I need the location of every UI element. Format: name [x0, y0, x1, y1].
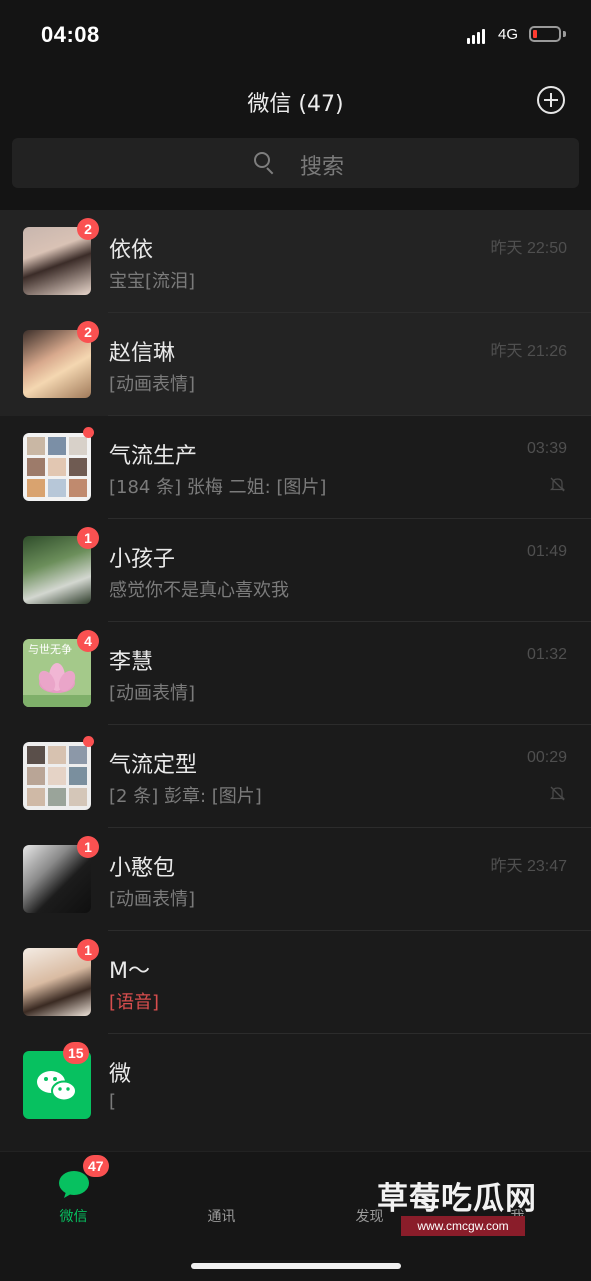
tab-chats[interactable]: 47 微信 [0, 1152, 147, 1232]
chat-row-lihui[interactable]: 与世无争 4 李慧 [动画表情] 01:32 [0, 622, 591, 725]
chat-preview: [动画表情] [109, 683, 196, 704]
group-avatar [23, 433, 91, 501]
tab-contacts[interactable]: 通讯 [148, 1152, 295, 1232]
tab-label: 微信 [59, 1209, 88, 1225]
chat-preview: [动画表情] [109, 889, 196, 910]
chat-preview: 宝宝[流泪] [109, 271, 196, 292]
page-title: 微信 (47) [247, 92, 344, 117]
chat-time: 01:32 [526, 646, 567, 663]
signal-icon [467, 28, 489, 44]
chat-row-m[interactable]: 1 M～ [语音] [0, 931, 591, 1034]
unread-badge: 4 [77, 630, 99, 652]
chat-name: 气流生产 [109, 444, 198, 469]
search-bar: 搜索 [0, 128, 591, 210]
chat-name: 气流定型 [109, 753, 198, 778]
chat-list: 2 依依 宝宝[流泪] 昨天 22:50 2 赵信琳 [动画表情] 昨天 21:… [0, 210, 591, 1151]
chat-name: 赵信琳 [109, 341, 176, 366]
tab-label: 通讯 [207, 1209, 236, 1225]
chat-time: 00:29 [526, 749, 567, 766]
unread-dot [83, 736, 94, 747]
status-time: 04:08 [41, 22, 100, 47]
chat-preview: [动画表情] [109, 374, 196, 395]
header: 微信 (47) [0, 72, 591, 128]
status-bar: 04:08 4G [0, 0, 591, 72]
unread-badge: 1 [77, 939, 99, 961]
chat-preview: [语音] [109, 992, 160, 1013]
search-icon [254, 152, 274, 175]
unread-badge: 2 [77, 321, 99, 343]
chat-row-hanbao[interactable]: 1 小憨包 [动画表情] 昨天 23:47 [0, 828, 591, 931]
tab-badge: 47 [83, 1155, 109, 1177]
chat-name: 依依 [109, 238, 154, 263]
unread-badge: 1 [77, 836, 99, 858]
search-input[interactable]: 搜索 [12, 138, 579, 188]
bell-muted-icon [549, 786, 566, 801]
battery-icon [529, 26, 561, 42]
chat-time: 昨天 22:50 [490, 240, 568, 257]
unread-dot [83, 427, 94, 438]
chat-time: 01:49 [526, 543, 567, 560]
chat-preview: [2 条] 彭章: [图片] [109, 786, 262, 807]
bell-muted-icon [549, 477, 566, 492]
unread-badge: 1 [77, 527, 99, 549]
chat-row-group-production[interactable]: 气流生产 [184 条] 张梅 二姐: [图片] 03:39 [0, 416, 591, 519]
battery-tip [563, 31, 566, 37]
chat-row-kid[interactable]: 1 小孩子 感觉你不是真心喜欢我 01:49 [0, 519, 591, 622]
watermark-text: 草莓吃瓜网 [377, 1181, 537, 1217]
chat-row-yiyi[interactable]: 2 依依 宝宝[流泪] 昨天 22:50 [0, 210, 591, 313]
chat-name: 李慧 [109, 650, 154, 675]
chat-row-zhao[interactable]: 2 赵信琳 [动画表情] 昨天 21:26 [0, 313, 591, 416]
chat-name: 小憨包 [109, 856, 176, 881]
plus-circle-icon[interactable] [537, 86, 565, 114]
chat-time: 昨天 21:26 [490, 343, 568, 360]
chat-time: 昨天 23:47 [490, 858, 568, 875]
chat-preview: [184 条] 张梅 二姐: [图片] [109, 477, 327, 498]
avatar-text: 与世无争 [28, 642, 72, 656]
chat-preview: [ [109, 1091, 117, 1112]
network-type: 4G [498, 26, 519, 43]
home-indicator[interactable] [191, 1263, 401, 1269]
watermark-url: www.cmcgw.com [401, 1216, 525, 1236]
unread-badge: 2 [77, 218, 99, 240]
group-avatar [23, 742, 91, 810]
chat-name: 小孩子 [109, 547, 176, 572]
chat-time: 03:39 [526, 440, 567, 457]
chat-row-wechat[interactable]: 15 微 [ [0, 1034, 591, 1137]
search-placeholder: 搜索 [300, 155, 345, 180]
chat-preview: 感觉你不是真心喜欢我 [109, 580, 289, 601]
chat-row-group-shaping[interactable]: 气流定型 [2 条] 彭章: [图片] 00:29 [0, 725, 591, 828]
chat-name: M～ [109, 959, 150, 984]
unread-badge: 15 [63, 1042, 89, 1064]
chat-name: 微 [109, 1062, 132, 1087]
